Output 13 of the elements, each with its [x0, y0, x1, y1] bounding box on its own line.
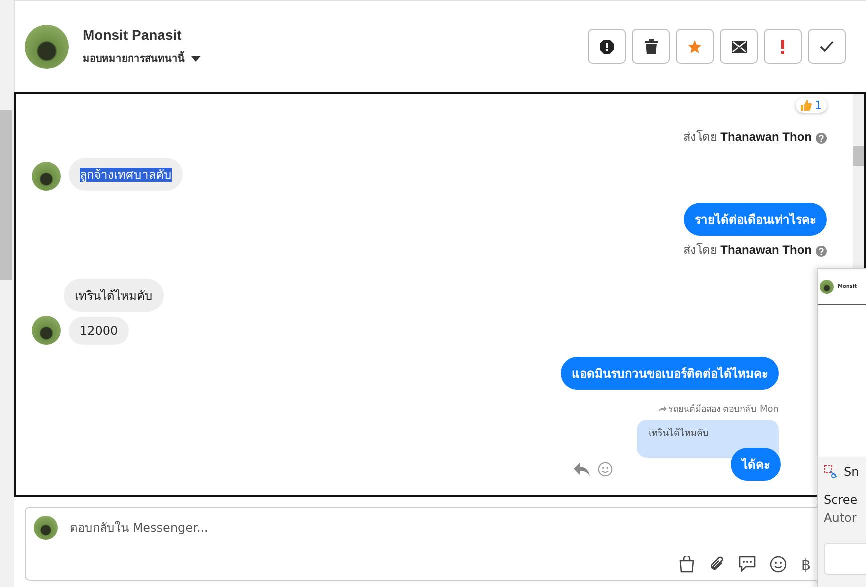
message-bubble: ได้คะ: [731, 448, 781, 481]
contact-name: Monsit Panasit: [83, 27, 183, 43]
message-bubble: รายได้ต่อเดือนเท่าไรคะ: [684, 203, 827, 236]
message-bubble: แอดมินรบกวนขอเบอร์ติดต่อได้ไหมคะ: [561, 357, 779, 390]
notification-title: Scree: [824, 493, 859, 507]
sender-label: ส่งโดย Thanawan Thon: [683, 129, 812, 146]
sender-label: ส่งโดย Thanawan Thon: [683, 242, 812, 259]
message-bubble: 12000: [69, 317, 130, 345]
reply-context: รถยนต์มือสอง ตอบกลับ Mon: [668, 403, 779, 416]
message-bubble: เทรินได้ไหมคับ: [64, 279, 164, 312]
message-bubble: ลูกจ้างเทศบาลคับ: [69, 158, 183, 191]
quoted-message: เทรินได้ไหมคับ: [637, 420, 779, 458]
app-name: Sn: [844, 465, 860, 479]
